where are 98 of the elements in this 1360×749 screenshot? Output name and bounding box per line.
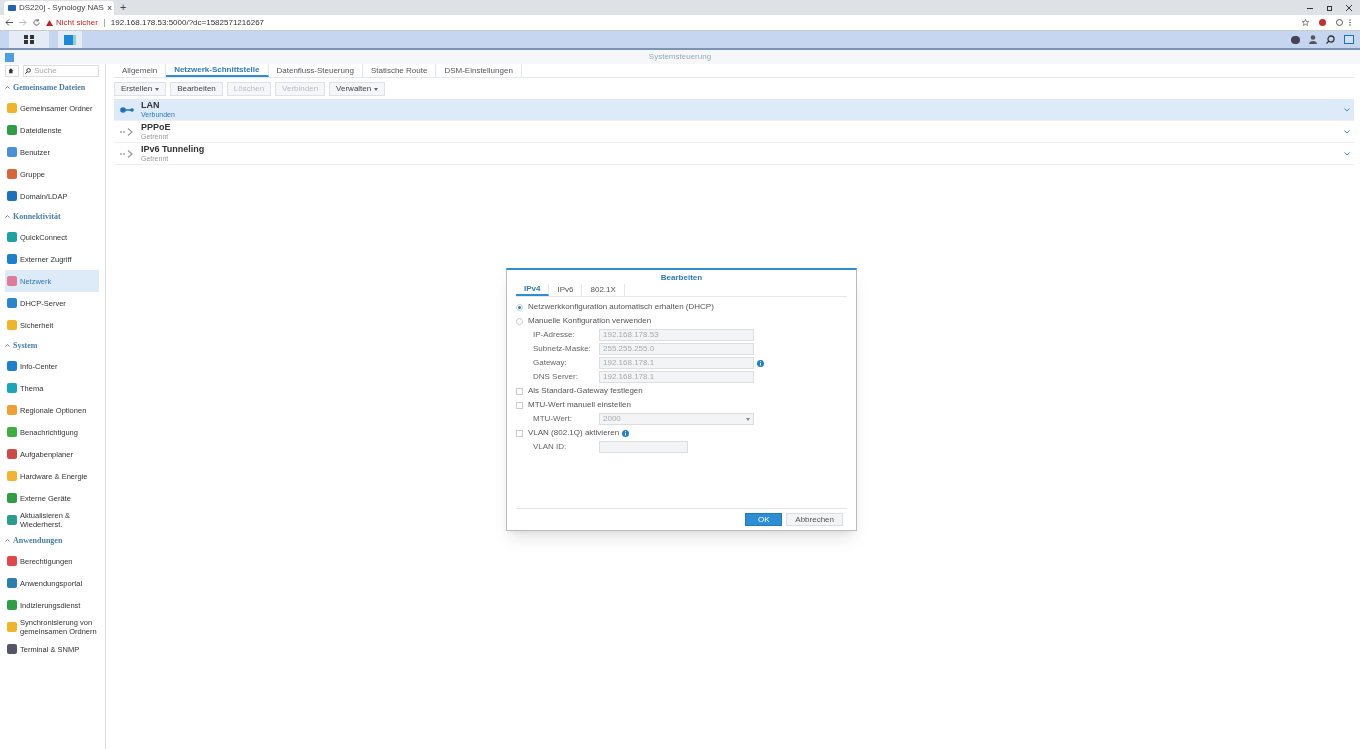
expand-icon[interactable] bbox=[1344, 129, 1350, 134]
toolbar-button[interactable]: Erstellen bbox=[114, 82, 167, 96]
tab[interactable]: Allgemein bbox=[114, 64, 167, 77]
expand-icon[interactable] bbox=[1344, 107, 1350, 112]
field-label: Gateway: bbox=[532, 357, 568, 369]
option-label: Netzwerkkonfiguration automatisch erhalten (DHCP) bbox=[528, 301, 714, 313]
section-header[interactable]: Gemeinsame Dateien bbox=[13, 81, 86, 94]
main-menu-button[interactable] bbox=[9, 31, 49, 48]
app-icon bbox=[7, 361, 17, 371]
cancel-button[interactable]: Abbrechen bbox=[786, 513, 843, 526]
app-icon bbox=[7, 493, 17, 503]
disconnected-arrow-icon bbox=[120, 127, 134, 136]
favicon-icon bbox=[8, 5, 16, 11]
back-icon[interactable] bbox=[5, 19, 13, 26]
app-icon bbox=[7, 254, 17, 264]
field-label: VLAN ID: bbox=[532, 441, 568, 453]
app-icon bbox=[7, 515, 17, 525]
search-icon[interactable] bbox=[1326, 35, 1335, 44]
chevron-icon[interactable] bbox=[5, 215, 10, 218]
app-icon bbox=[7, 276, 17, 286]
search-icon bbox=[25, 68, 31, 74]
address-field[interactable]: 192.168.178.53:5000/?dc=1582571216267 bbox=[110, 16, 1296, 29]
section-header[interactable]: Konnektivität bbox=[13, 210, 61, 223]
checkbox[interactable] bbox=[516, 387, 523, 395]
field-label: DNS Server: bbox=[532, 371, 579, 383]
app-icon bbox=[7, 427, 17, 437]
checkbox[interactable] bbox=[516, 401, 523, 409]
close-icon[interactable]: × bbox=[106, 3, 113, 13]
widgets-icon[interactable] bbox=[1344, 35, 1354, 44]
new-tab-button[interactable]: + bbox=[120, 2, 127, 13]
app-icon bbox=[7, 125, 17, 135]
tab-title: DS220j - Synology NAS bbox=[19, 2, 104, 14]
checkbox-label: Als Standard-Gateway festlegen bbox=[528, 385, 643, 397]
app-icon bbox=[7, 644, 17, 654]
tab[interactable]: DSM-Einstellungen bbox=[436, 64, 522, 77]
checkbox-label: MTU-Wert manuell einstellen bbox=[528, 399, 631, 411]
ok-button[interactable]: OK bbox=[745, 513, 783, 526]
user-icon[interactable] bbox=[1309, 35, 1317, 44]
checkbox-label: VLAN (802.1Q) aktivieren bbox=[528, 427, 620, 439]
toolbar-button[interactable]: Bearbeiten bbox=[170, 82, 223, 96]
section-header[interactable]: System bbox=[13, 339, 38, 352]
warning-icon bbox=[46, 19, 53, 26]
disconnected-arrow-icon bbox=[120, 149, 134, 158]
chevron-icon[interactable] bbox=[5, 344, 10, 347]
section-header[interactable]: Anwendungen bbox=[13, 534, 63, 547]
minimize-icon[interactable] bbox=[1307, 7, 1313, 9]
security-warning[interactable]: Nicht sicher bbox=[56, 16, 98, 29]
chevron-icon[interactable] bbox=[5, 539, 10, 542]
caret-icon bbox=[155, 87, 160, 91]
interface-name: PPPoE bbox=[141, 122, 171, 132]
interface-name: IPv6 Tunneling bbox=[141, 144, 205, 154]
interface-name: LAN bbox=[141, 100, 160, 110]
search-field[interactable]: Suche bbox=[23, 65, 99, 77]
maximize-icon[interactable] bbox=[1327, 5, 1332, 11]
profile-icon[interactable] bbox=[1319, 19, 1326, 26]
tab[interactable]: Netzwerk-Schnittstelle bbox=[166, 64, 269, 77]
close-icon[interactable] bbox=[1346, 5, 1352, 11]
option-label: Manuelle Konfiguration verwenden bbox=[528, 315, 652, 327]
connected-plug-icon bbox=[120, 106, 134, 113]
reload-icon[interactable] bbox=[33, 19, 40, 26]
app-icon bbox=[7, 191, 17, 201]
app-icon bbox=[7, 449, 17, 459]
app-icon bbox=[7, 471, 17, 481]
caret-icon bbox=[746, 417, 750, 421]
info-icon[interactable] bbox=[622, 429, 630, 437]
app-icon bbox=[7, 169, 17, 179]
browser-tab[interactable]: DS220j - Synology NAS × bbox=[4, 1, 114, 15]
window-title: Systemsteuerung bbox=[648, 51, 712, 63]
tab[interactable]: Statische Route bbox=[362, 64, 437, 77]
tab[interactable]: Datenfluss-Steuerung bbox=[268, 64, 363, 77]
forward-icon[interactable] bbox=[19, 19, 27, 26]
app-icon bbox=[7, 103, 17, 113]
dialog-title: Bearbeiten bbox=[660, 272, 703, 283]
app-icon bbox=[7, 383, 17, 393]
app-icon bbox=[7, 147, 17, 157]
toolbar-button[interactable]: Verwalten bbox=[329, 82, 386, 96]
tab[interactable]: 802.1X bbox=[582, 284, 625, 296]
tab[interactable]: IPv6 bbox=[549, 284, 583, 296]
tab[interactable]: IPv4 bbox=[516, 284, 550, 296]
field-label: Subnetz-Maske: bbox=[532, 343, 592, 355]
home-icon[interactable] bbox=[5, 65, 19, 77]
app-icon bbox=[7, 556, 17, 566]
chevron-icon[interactable] bbox=[5, 86, 10, 89]
app-icon bbox=[7, 578, 17, 588]
app-icon bbox=[7, 232, 17, 242]
expand-icon[interactable] bbox=[1344, 151, 1350, 156]
star-icon[interactable] bbox=[1302, 19, 1309, 26]
app-icon bbox=[7, 600, 17, 610]
field-label: IP-Adresse: bbox=[532, 329, 576, 341]
app-icon bbox=[7, 622, 17, 632]
checkbox[interactable] bbox=[516, 429, 523, 437]
app-icon bbox=[7, 320, 17, 330]
control-panel-task-button[interactable] bbox=[58, 31, 82, 48]
app-icon bbox=[7, 298, 17, 308]
grid-icon bbox=[24, 35, 34, 44]
caret-icon bbox=[374, 87, 379, 91]
field-label: MTU-Wert: bbox=[532, 413, 573, 425]
app-icon bbox=[7, 405, 17, 415]
